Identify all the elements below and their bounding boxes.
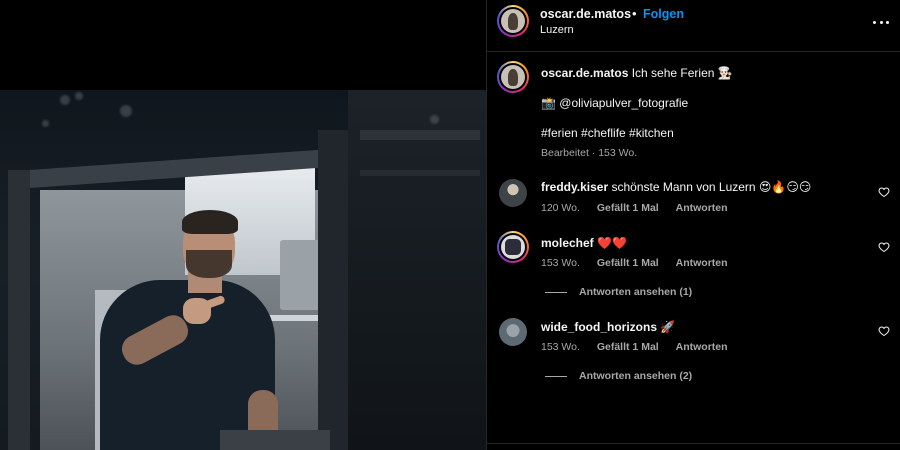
comment-username[interactable]: wide_food_horizons (541, 320, 657, 334)
author-avatar[interactable] (497, 5, 529, 37)
comment-likes[interactable]: Gefällt 1 Mal (597, 257, 659, 269)
view-replies-label[interactable]: Antworten ansehen (1) (579, 286, 692, 298)
caption-photo-credit[interactable]: 📸 @oliviapulver_fotografie (541, 96, 688, 110)
caption-username[interactable]: oscar.de.matos (541, 66, 628, 80)
comment-meta: 153 Wo. Gefällt 1 Mal Antworten (541, 341, 728, 353)
comment-text-line: wide_food_horizons 🚀 (541, 320, 675, 334)
comment-username[interactable]: molechef (541, 236, 594, 250)
comment-likes[interactable]: Gefällt 1 Mal (597, 202, 659, 214)
comment-age: 120 Wo. (541, 202, 580, 214)
location-link[interactable]: Luzern (540, 24, 574, 36)
panel-divider (487, 443, 900, 444)
caption-text: Ich sehe Ferien 👨🏻‍🍳 (631, 66, 733, 80)
comment-username[interactable]: freddy.kiser (541, 180, 608, 194)
post-header: oscar.de.matos • Folgen Luzern (487, 0, 900, 52)
separator-dot: • (632, 6, 637, 21)
post-side-panel: oscar.de.matos • Folgen Luzern oscar.de.… (486, 0, 900, 450)
comment-avatar[interactable] (499, 179, 527, 207)
comment-text: 🚀 (660, 320, 676, 334)
comment-meta: 120 Wo. Gefällt 1 Mal Antworten (541, 202, 728, 214)
comment-text-line: molechef ❤️❤️ (541, 236, 627, 250)
comment-meta: 153 Wo. Gefällt 1 Mal Antworten (541, 257, 728, 269)
comment-likes[interactable]: Gefällt 1 Mal (597, 341, 659, 353)
like-comment-heart-icon[interactable] (878, 241, 890, 253)
comment-text-line: freddy.kiser schönste Mann von Luzern 😍🔥… (541, 180, 811, 194)
caption-first-line: oscar.de.matos Ich sehe Ferien 👨🏻‍🍳 (541, 66, 733, 80)
caption-author-avatar[interactable] (497, 61, 529, 93)
caption-meta: Bearbeitet · 153 Wo. (541, 147, 638, 159)
comment-text: ❤️❤️ (597, 236, 627, 250)
comment-avatar[interactable] (499, 318, 527, 346)
post-photo-chef-in-kitchen[interactable] (0, 90, 486, 450)
more-options-icon[interactable] (873, 14, 889, 30)
author-username[interactable]: oscar.de.matos (540, 7, 631, 21)
view-replies-button[interactable]: Antworten ansehen (2) (545, 370, 692, 382)
replies-divider-line (545, 291, 567, 293)
like-comment-heart-icon[interactable] (878, 325, 890, 337)
comment-reply-button[interactable]: Antworten (676, 202, 728, 214)
comment-age: 153 Wo. (541, 257, 580, 269)
like-comment-heart-icon[interactable] (878, 186, 890, 198)
view-replies-label[interactable]: Antworten ansehen (2) (579, 370, 692, 382)
comment-text: schönste Mann von Luzern 😍🔥😏😏 (611, 180, 812, 194)
post-media-panel (0, 0, 486, 450)
view-replies-button[interactable]: Antworten ansehen (1) (545, 286, 692, 298)
caption-hashtags[interactable]: #ferien #cheflife #kitchen (541, 126, 674, 140)
follow-button[interactable]: Folgen (643, 7, 684, 21)
comment-avatar[interactable] (497, 231, 529, 263)
replies-divider-line (545, 375, 567, 377)
comment-reply-button[interactable]: Antworten (676, 257, 728, 269)
comment-age: 153 Wo. (541, 341, 580, 353)
comment-reply-button[interactable]: Antworten (676, 341, 728, 353)
